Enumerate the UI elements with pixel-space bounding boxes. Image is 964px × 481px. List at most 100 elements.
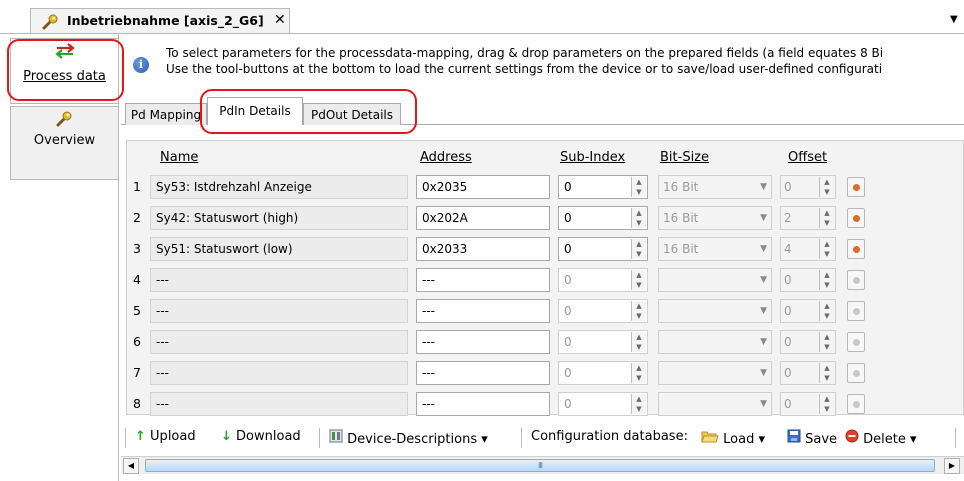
address-field[interactable]: --- [416,330,550,354]
subindex-stepper[interactable]: 0 ▲ ▼ [558,361,648,385]
subindex-value: 0 [564,335,572,349]
tab-pd-mapping[interactable]: Pd Mapping [125,103,207,125]
spin-arrows-icon[interactable]: ▲ ▼ [631,208,646,228]
offset-stepper[interactable]: 0 ▲ ▼ [780,299,836,323]
spin-arrows-icon[interactable]: ▲ ▼ [819,301,834,321]
sidebar-item-overview[interactable]: Overview [10,106,118,180]
offset-stepper[interactable]: 0 ▲ ▼ [780,268,836,292]
chevron-down-icon: ▼ [760,182,767,192]
subindex-stepper[interactable]: 0 ▲ ▼ [558,206,648,230]
spin-arrows-icon[interactable]: ▲ ▼ [819,177,834,197]
horizontal-scrollbar[interactable]: ◀ III ▶ [121,456,964,474]
download-button[interactable]: ↓ Download [221,429,301,444]
bitsize-select[interactable]: ▼ [658,392,772,416]
offset-stepper[interactable]: 0 ▲ ▼ [780,330,836,354]
address-field[interactable]: --- [416,268,550,292]
offset-stepper[interactable]: 0 ▲ ▼ [780,175,836,199]
bitsize-select[interactable]: 16 Bit ▼ [658,175,772,199]
upload-label: Upload [150,429,196,444]
parameter-name-field[interactable]: --- [150,392,408,416]
spin-arrows-icon[interactable]: ▲ ▼ [631,301,646,321]
delete-dropdown-button[interactable]: Delete ▾ [845,429,917,447]
subindex-stepper[interactable]: 0 ▲ ▼ [558,175,648,199]
subindex-stepper[interactable]: 0 ▲ ▼ [558,299,648,323]
column-header-address[interactable]: Address [420,150,472,165]
offset-stepper[interactable]: 2 ▲ ▼ [780,206,836,230]
remove-parameter-button[interactable] [847,239,865,259]
offset-stepper[interactable]: 0 ▲ ▼ [780,392,836,416]
parameter-name-field[interactable]: Sy53: Istdrehzahl Anzeige [150,175,408,199]
toolbar-separator [955,428,956,448]
subindex-value: 0 [564,366,572,380]
status-dot-icon [853,184,860,191]
spin-arrows-icon[interactable]: ▲ ▼ [631,177,646,197]
upload-button[interactable]: ↑ Upload [135,429,196,444]
address-field[interactable]: --- [416,299,550,323]
scroll-left-arrow-icon[interactable]: ◀ [123,458,139,474]
subindex-value: 0 [564,397,572,411]
status-dot-icon [853,308,860,315]
load-dropdown-button[interactable]: Load ▾ [701,429,765,447]
spin-arrows-icon[interactable]: ▲ ▼ [819,332,834,352]
remove-parameter-button[interactable] [847,363,865,383]
scrollbar-thumb[interactable]: III [145,459,935,472]
offset-value: 0 [784,366,792,380]
offset-stepper[interactable]: 4 ▲ ▼ [780,237,836,261]
row-number: 5 [133,303,141,318]
remove-parameter-button[interactable] [847,394,865,414]
spin-arrows-icon[interactable]: ▲ ▼ [631,270,646,290]
address-field[interactable]: 0x202A [416,206,550,230]
spin-arrows-icon[interactable]: ▲ ▼ [819,394,834,414]
remove-parameter-button[interactable] [847,332,865,352]
subindex-stepper[interactable]: 0 ▲ ▼ [558,330,648,354]
parameter-name-field[interactable]: --- [150,299,408,323]
remove-parameter-button[interactable] [847,208,865,228]
spin-arrows-icon[interactable]: ▲ ▼ [819,239,834,259]
bitsize-select[interactable]: 16 Bit ▼ [658,206,772,230]
remove-parameter-button[interactable] [847,301,865,321]
bitsize-select[interactable]: 16 Bit ▼ [658,237,772,261]
bitsize-select[interactable]: ▼ [658,361,772,385]
parameter-name-field[interactable]: --- [150,361,408,385]
column-header-bitsize[interactable]: Bit-Size [660,150,709,165]
subindex-stepper[interactable]: 0 ▲ ▼ [558,268,648,292]
spin-arrows-icon[interactable]: ▲ ▼ [819,208,834,228]
column-header-offset[interactable]: Offset [788,150,827,165]
scroll-right-arrow-icon[interactable]: ▶ [944,458,960,474]
device-descriptions-dropdown[interactable]: Device-Descriptions ▾ [329,429,488,447]
parameter-name-field[interactable]: --- [150,330,408,354]
chevron-down-icon: ▾ [910,432,917,447]
status-dot-icon [853,339,860,346]
spin-arrows-icon[interactable]: ▲ ▼ [819,270,834,290]
status-dot-icon [853,277,860,284]
spin-arrows-icon[interactable]: ▲ ▼ [631,363,646,383]
bitsize-select[interactable]: ▼ [658,330,772,354]
document-tab[interactable]: Inbetriebnahme [axis_2_G6] ✕ [30,8,290,34]
spin-arrows-icon[interactable]: ▲ ▼ [819,363,834,383]
subindex-stepper[interactable]: 0 ▲ ▼ [558,392,648,416]
parameter-name-field[interactable]: Sy51: Statuswort (low) [150,237,408,261]
address-field[interactable]: --- [416,361,550,385]
subindex-stepper[interactable]: 0 ▲ ▼ [558,237,648,261]
remove-parameter-button[interactable] [847,177,865,197]
column-header-subindex[interactable]: Sub-Index [560,150,625,165]
parameter-name-field[interactable]: Sy42: Statuswort (high) [150,206,408,230]
bitsize-select[interactable]: ▼ [658,268,772,292]
bitsize-select[interactable]: ▼ [658,299,772,323]
offset-stepper[interactable]: 0 ▲ ▼ [780,361,836,385]
spin-arrows-icon[interactable]: ▲ ▼ [631,394,646,414]
address-field[interactable]: 0x2035 [416,175,550,199]
spin-arrows-icon[interactable]: ▲ ▼ [631,239,646,259]
close-icon[interactable]: ✕ [274,12,286,28]
document-tab-strip: Inbetriebnahme [axis_2_G6] ✕ ▼ [0,0,964,34]
address-field[interactable]: 0x2033 [416,237,550,261]
tab-list-dropdown-icon[interactable]: ▼ [950,14,958,25]
address-field[interactable]: --- [416,392,550,416]
spin-arrows-icon[interactable]: ▲ ▼ [631,332,646,352]
column-header-name[interactable]: Name [160,150,198,165]
toolbar-separator [521,428,522,448]
parameter-name-field[interactable]: --- [150,268,408,292]
remove-parameter-button[interactable] [847,270,865,290]
save-button[interactable]: Save [787,429,837,447]
configuration-database-label: Configuration database: [531,429,688,444]
